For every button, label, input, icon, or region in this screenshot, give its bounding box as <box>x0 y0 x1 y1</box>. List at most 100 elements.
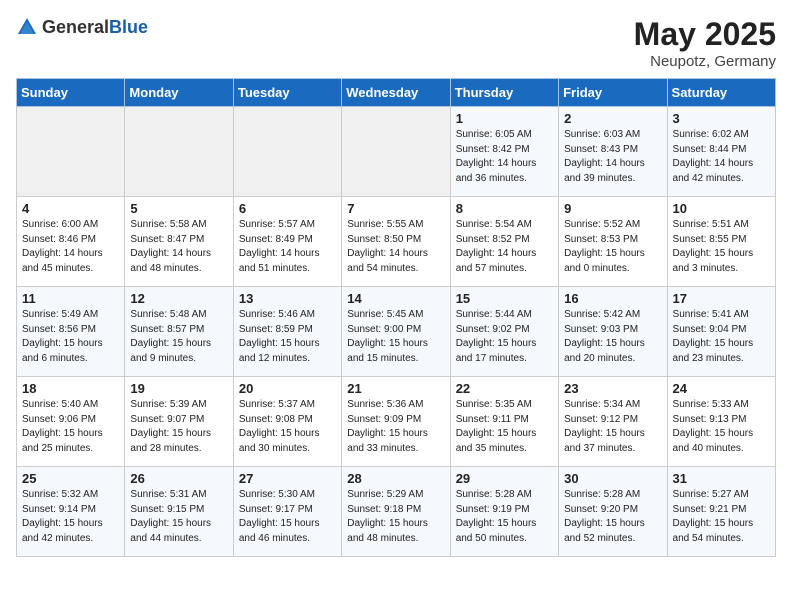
calendar-cell: 18 Sunrise: 5:40 AMSunset: 9:06 PMDayligh… <box>17 377 125 467</box>
calendar-cell: 29 Sunrise: 5:28 AMSunset: 9:19 PMDayligh… <box>450 467 558 557</box>
day-info: Sunrise: 5:49 AMSunset: 8:56 PMDaylight:… <box>22 308 119 366</box>
day-number: 5 <box>130 201 227 216</box>
day-info: Sunrise: 5:51 AMSunset: 8:55 PMDaylight:… <box>673 218 770 276</box>
day-number: 29 <box>456 471 553 486</box>
day-number: 25 <box>22 471 119 486</box>
day-info: Sunrise: 5:52 AMSunset: 8:53 PMDaylight:… <box>564 218 661 276</box>
day-number: 4 <box>22 201 119 216</box>
day-info: Sunrise: 5:30 AMSunset: 9:17 PMDaylight:… <box>239 488 336 546</box>
day-info: Sunrise: 5:55 AMSunset: 8:50 PMDaylight:… <box>347 218 444 276</box>
calendar-cell: 16 Sunrise: 5:42 AMSunset: 9:03 PMDayligh… <box>559 287 667 377</box>
day-number: 3 <box>673 111 770 126</box>
calendar-cell <box>17 107 125 197</box>
day-number: 27 <box>239 471 336 486</box>
calendar-cell <box>233 107 341 197</box>
calendar-week-row: 4 Sunrise: 6:00 AMSunset: 8:46 PMDaylight… <box>17 197 776 287</box>
location-subtitle: Neupotz, Germany <box>634 53 776 70</box>
calendar-cell: 12 Sunrise: 5:48 AMSunset: 8:57 PMDayligh… <box>125 287 233 377</box>
day-number: 14 <box>347 291 444 306</box>
day-of-week-header: Saturday <box>667 79 775 107</box>
day-of-week-header: Thursday <box>450 79 558 107</box>
day-number: 10 <box>673 201 770 216</box>
calendar-cell: 23Sunrise: 5:34 AMSunset: 9:12 PMDayligh… <box>559 377 667 467</box>
calendar-cell: 13Sunrise: 5:46 AMSunset: 8:59 PMDayligh… <box>233 287 341 377</box>
calendar-cell: 14 Sunrise: 5:45 AMSunset: 9:00 PMDayligh… <box>342 287 450 377</box>
day-info: Sunrise: 5:58 AMSunset: 8:47 PMDaylight:… <box>130 218 227 276</box>
logo: GeneralBlue <box>16 16 148 38</box>
day-number: 31 <box>673 471 770 486</box>
day-number: 26 <box>130 471 227 486</box>
day-info: Sunrise: 5:31 AMSunset: 9:15 PMDaylight:… <box>130 488 227 546</box>
calendar-header-row: SundayMondayTuesdayWednesdayThursdayFrid… <box>17 79 776 107</box>
day-info: Sunrise: 6:02 AMSunset: 8:44 PMDaylight:… <box>673 128 770 186</box>
calendar-week-row: 1 Sunrise: 6:05 AMSunset: 8:42 PMDaylight… <box>17 107 776 197</box>
calendar-week-row: 11 Sunrise: 5:49 AMSunset: 8:56 PMDayligh… <box>17 287 776 377</box>
day-info: Sunrise: 5:28 AMSunset: 9:20 PMDaylight:… <box>564 488 661 546</box>
day-number: 1 <box>456 111 553 126</box>
day-number: 18 <box>22 381 119 396</box>
day-info: Sunrise: 5:36 AMSunset: 9:09 PMDaylight:… <box>347 398 444 456</box>
calendar-week-row: 25 Sunrise: 5:32 AMSunset: 9:14 PMDayligh… <box>17 467 776 557</box>
month-year-title: May 2025 <box>634 16 776 53</box>
day-info: Sunrise: 5:42 AMSunset: 9:03 PMDaylight:… <box>564 308 661 366</box>
calendar-cell: 17 Sunrise: 5:41 AMSunset: 9:04 PMDayligh… <box>667 287 775 377</box>
day-info: Sunrise: 5:34 AMSunset: 9:12 PMDaylight:… <box>564 398 661 456</box>
day-info: Sunrise: 6:03 AMSunset: 8:43 PMDaylight:… <box>564 128 661 186</box>
day-info: Sunrise: 5:40 AMSunset: 9:06 PMDaylight:… <box>22 398 119 456</box>
calendar-cell: 9 Sunrise: 5:52 AMSunset: 8:53 PMDaylight… <box>559 197 667 287</box>
day-of-week-header: Wednesday <box>342 79 450 107</box>
title-block: May 2025 Neupotz, Germany <box>634 16 776 70</box>
day-info: Sunrise: 5:29 AMSunset: 9:18 PMDaylight:… <box>347 488 444 546</box>
calendar-cell: 3 Sunrise: 6:02 AMSunset: 8:44 PMDaylight… <box>667 107 775 197</box>
day-info: Sunrise: 6:05 AMSunset: 8:42 PMDaylight:… <box>456 128 553 186</box>
day-number: 13 <box>239 291 336 306</box>
day-info: Sunrise: 6:00 AMSunset: 8:46 PMDaylight:… <box>22 218 119 276</box>
day-number: 11 <box>22 291 119 306</box>
calendar-cell: 15 Sunrise: 5:44 AMSunset: 9:02 PMDayligh… <box>450 287 558 377</box>
calendar-cell: 31Sunrise: 5:27 AMSunset: 9:21 PMDayligh… <box>667 467 775 557</box>
day-info: Sunrise: 5:41 AMSunset: 9:04 PMDaylight:… <box>673 308 770 366</box>
day-number: 2 <box>564 111 661 126</box>
day-number: 12 <box>130 291 227 306</box>
day-info: Sunrise: 5:32 AMSunset: 9:14 PMDaylight:… <box>22 488 119 546</box>
logo-text-blue: Blue <box>109 17 148 37</box>
calendar-cell: 1 Sunrise: 6:05 AMSunset: 8:42 PMDaylight… <box>450 107 558 197</box>
calendar-cell: 25 Sunrise: 5:32 AMSunset: 9:14 PMDayligh… <box>17 467 125 557</box>
day-number: 24 <box>673 381 770 396</box>
calendar-cell: 6Sunrise: 5:57 AMSunset: 8:49 PMDaylight… <box>233 197 341 287</box>
day-number: 19 <box>130 381 227 396</box>
day-info: Sunrise: 5:45 AMSunset: 9:00 PMDaylight:… <box>347 308 444 366</box>
calendar-cell: 26 Sunrise: 5:31 AMSunset: 9:15 PMDayligh… <box>125 467 233 557</box>
day-number: 15 <box>456 291 553 306</box>
calendar-week-row: 18 Sunrise: 5:40 AMSunset: 9:06 PMDayligh… <box>17 377 776 467</box>
day-number: 21 <box>347 381 444 396</box>
calendar-cell: 28 Sunrise: 5:29 AMSunset: 9:18 PMDayligh… <box>342 467 450 557</box>
calendar-cell: 22Sunrise: 5:35 AMSunset: 9:11 PMDayligh… <box>450 377 558 467</box>
calendar-cell <box>342 107 450 197</box>
calendar-table: SundayMondayTuesdayWednesdayThursdayFrid… <box>16 78 776 557</box>
calendar-cell: 5 Sunrise: 5:58 AMSunset: 8:47 PMDaylight… <box>125 197 233 287</box>
day-number: 17 <box>673 291 770 306</box>
calendar-cell: 27 Sunrise: 5:30 AMSunset: 9:17 PMDayligh… <box>233 467 341 557</box>
calendar-cell: 2 Sunrise: 6:03 AMSunset: 8:43 PMDaylight… <box>559 107 667 197</box>
day-number: 28 <box>347 471 444 486</box>
page-header: GeneralBlue May 2025 Neupotz, Germany <box>16 16 776 70</box>
calendar-cell: 21 Sunrise: 5:36 AMSunset: 9:09 PMDayligh… <box>342 377 450 467</box>
day-number: 7 <box>347 201 444 216</box>
day-number: 16 <box>564 291 661 306</box>
calendar-cell: 24Sunrise: 5:33 AMSunset: 9:13 PMDayligh… <box>667 377 775 467</box>
day-info: Sunrise: 5:57 AMSunset: 8:49 PMDaylight:… <box>239 218 336 276</box>
day-of-week-header: Monday <box>125 79 233 107</box>
day-of-week-header: Sunday <box>17 79 125 107</box>
calendar-cell: 30 Sunrise: 5:28 AMSunset: 9:20 PMDayligh… <box>559 467 667 557</box>
calendar-cell: 11 Sunrise: 5:49 AMSunset: 8:56 PMDayligh… <box>17 287 125 377</box>
day-of-week-header: Friday <box>559 79 667 107</box>
day-info: Sunrise: 5:37 AMSunset: 9:08 PMDaylight:… <box>239 398 336 456</box>
day-number: 9 <box>564 201 661 216</box>
calendar-cell: 7 Sunrise: 5:55 AMSunset: 8:50 PMDaylight… <box>342 197 450 287</box>
day-info: Sunrise: 5:28 AMSunset: 9:19 PMDaylight:… <box>456 488 553 546</box>
day-number: 8 <box>456 201 553 216</box>
day-number: 30 <box>564 471 661 486</box>
day-info: Sunrise: 5:48 AMSunset: 8:57 PMDaylight:… <box>130 308 227 366</box>
day-info: Sunrise: 5:44 AMSunset: 9:02 PMDaylight:… <box>456 308 553 366</box>
